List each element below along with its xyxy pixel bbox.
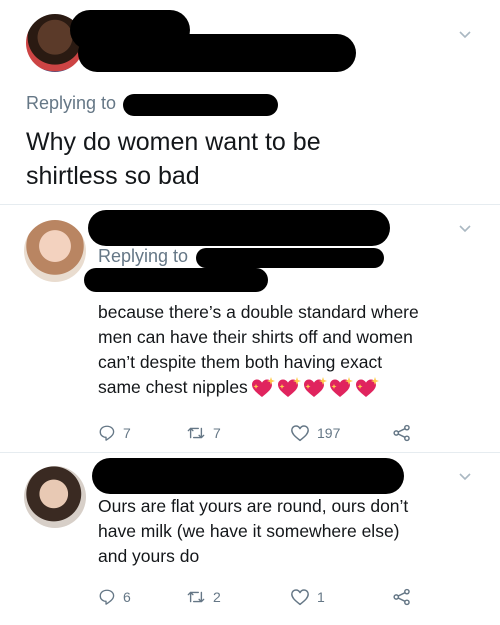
redacted-username: [88, 210, 390, 246]
like-icon: [291, 589, 309, 606]
reply-icon: [99, 425, 115, 441]
reply-button[interactable]: 6: [98, 588, 131, 606]
tweet-text: because there’s a double standard where …: [98, 300, 488, 400]
divider: [0, 204, 500, 205]
redacted-reply-target: [84, 268, 268, 292]
chevron-down-icon[interactable]: [458, 222, 472, 236]
sparkling-heart-icon: [303, 376, 327, 397]
retweet-icon: [187, 591, 205, 603]
redacted-handle: [196, 248, 384, 268]
sparkling-heart-icon: [355, 376, 379, 397]
sparkling-heart-icon: [329, 376, 353, 397]
avatar[interactable]: [24, 466, 86, 528]
reply-count: 7: [123, 425, 131, 441]
tweet-text: Why do women want to be shirtless so bad: [26, 128, 321, 190]
like-button[interactable]: 197: [290, 424, 340, 442]
replying-to-label: Replying to: [26, 93, 117, 113]
sparkling-heart-icon: [277, 376, 301, 397]
chevron-down-icon[interactable]: [458, 470, 472, 484]
avatar[interactable]: [24, 220, 86, 282]
redacted-reply-target: [123, 94, 278, 116]
retweet-button[interactable]: 2: [186, 588, 221, 606]
redacted-username: [92, 458, 404, 494]
like-button[interactable]: 1: [290, 588, 325, 606]
share-icon: [393, 588, 410, 606]
share-icon: [393, 424, 410, 442]
reply-icon: [99, 589, 115, 605]
like-count: 197: [317, 425, 341, 441]
replying-to-label: Replying to: [98, 246, 189, 266]
share-button[interactable]: [392, 588, 419, 606]
redacted-handle: [78, 34, 356, 72]
chevron-down-icon[interactable]: [458, 28, 472, 42]
divider: [0, 452, 500, 453]
like-icon: [291, 425, 309, 442]
retweet-button[interactable]: 7: [186, 424, 221, 442]
retweet-count: 2: [213, 589, 221, 605]
share-button[interactable]: [392, 424, 419, 442]
tweet-text: Ours are flat yours are round, ours don’…: [98, 496, 409, 566]
like-count: 1: [317, 589, 325, 605]
emoji-row: [250, 376, 380, 400]
reply-button[interactable]: 7: [98, 424, 131, 442]
sparkling-heart-icon: [251, 376, 275, 397]
retweet-icon: [187, 427, 205, 439]
reply-count: 6: [123, 589, 131, 605]
retweet-count: 7: [213, 425, 221, 441]
